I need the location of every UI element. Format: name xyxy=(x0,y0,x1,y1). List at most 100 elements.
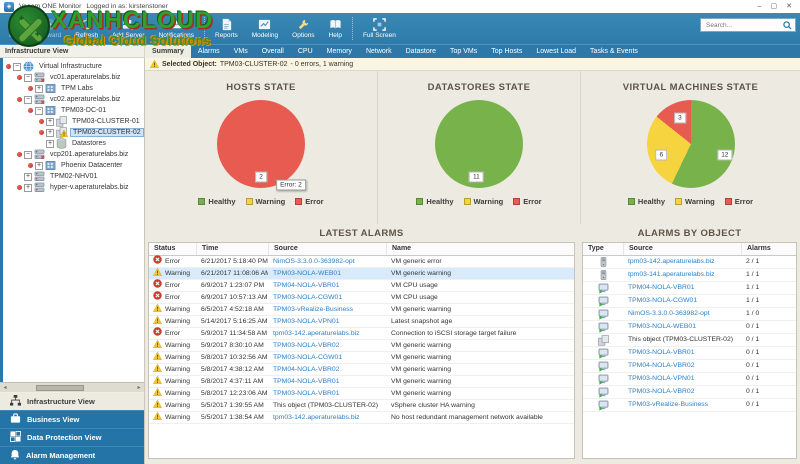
alarm-source-link[interactable]: TPM04-NOLA-VBR01 xyxy=(268,376,386,387)
alarm-row[interactable]: Warning 5/8/2017 10:32:56 AM TPM03-NOLA-CG… xyxy=(149,351,574,364)
tree-expander[interactable]: + xyxy=(35,161,43,170)
close-button[interactable]: ✕ xyxy=(786,2,792,12)
tree-expander[interactable]: − xyxy=(24,73,32,82)
column-header-time[interactable]: Time xyxy=(196,243,268,255)
alarm-row[interactable]: Warning 5/5/2017 1:39:55 AM This object (T… xyxy=(149,399,574,412)
datastores-state-pie[interactable]: 11 xyxy=(435,100,523,188)
alarm-source-link[interactable]: TPM03-NOLA-CGW01 xyxy=(268,352,386,363)
object-row[interactable]: TPM03-NOLA-VPN01 0 / 1 xyxy=(583,373,796,386)
column-header-type[interactable]: Type xyxy=(583,243,623,255)
object-row[interactable]: TPM04-NOLA-VBR01 1 / 1 xyxy=(583,282,796,295)
tab-datastore[interactable]: Datastore xyxy=(399,45,443,58)
object-source-link[interactable]: tpm03-141.aperaturelabs.biz xyxy=(623,269,741,281)
tree-item-vc01-aperaturelabs-biz[interactable]: − vc01.aperaturelabs.biz xyxy=(3,72,144,83)
object-row[interactable]: This object (TPM03-CLUSTER-02) 0 / 1 xyxy=(583,334,796,347)
sidebar-item-infrastructure-view[interactable]: Infrastructure View xyxy=(0,392,144,410)
tab-overall[interactable]: Overall xyxy=(255,45,291,58)
alarm-source-link[interactable]: TPM04-NOLA-VBR02 xyxy=(268,364,386,375)
object-source-link[interactable]: TPM03-NOLA-VBR01 xyxy=(623,347,741,359)
options-button[interactable]: Options xyxy=(285,13,321,44)
alarm-row[interactable]: Error 6/21/2017 5:18:40 PM NimOS-3.3.0.0-3… xyxy=(149,255,574,268)
alarm-source-link[interactable]: TPM03-NOLA-CGW01 xyxy=(268,292,386,303)
tree-item-hyper-v-aperaturelabs-biz[interactable]: + hyper-v.aperaturelabs.biz xyxy=(3,182,144,193)
sidebar-item-data-protection-view[interactable]: Data Protection View xyxy=(0,428,144,446)
tab-top-hosts[interactable]: Top Hosts xyxy=(484,45,529,58)
column-header-source[interactable]: Source xyxy=(268,243,386,255)
alarm-row[interactable]: Warning 5/8/2017 12:23:06 AM TPM03-NOLA-VB… xyxy=(149,387,574,400)
horizontal-scrollbar[interactable]: ◂ ▸ xyxy=(0,382,144,392)
object-row[interactable]: TPM03-NOLA-VBR01 0 / 1 xyxy=(583,347,796,360)
alarm-row[interactable]: Warning 6/21/2017 11:08:06 AM TPM03-NOLA-W… xyxy=(149,267,574,280)
tree-expander[interactable]: + xyxy=(35,84,43,93)
forward-button[interactable]: Forward xyxy=(30,13,68,44)
object-row[interactable]: TPM03-NOLA-CGW01 1 / 1 xyxy=(583,295,796,308)
hosts-state-pie[interactable]: 2 Error: 2 xyxy=(217,100,306,191)
help-button[interactable]: Help xyxy=(322,13,349,44)
tree-item-phoenix-datacenter[interactable]: + Phoenix Datacenter xyxy=(3,160,144,171)
tree-expander[interactable]: − xyxy=(35,106,43,115)
tree-expander[interactable]: − xyxy=(24,95,32,104)
alarm-row[interactable]: Warning 5/14/2017 5:16:25 AM TPM03-NOLA-VP… xyxy=(149,315,574,328)
tree-item-virtual-infrastructure[interactable]: − Virtual Infrastructure xyxy=(3,61,144,72)
column-header-status[interactable]: Status xyxy=(149,243,196,255)
tree-expander[interactable]: + xyxy=(24,172,32,181)
object-source-link[interactable]: TPM03-NOLA-WEB01 xyxy=(623,321,741,333)
tab-tasks-events[interactable]: Tasks & Events xyxy=(583,45,645,58)
tree-expander[interactable]: − xyxy=(24,150,32,159)
object-row[interactable]: TPM03-NOLA-WEB01 0 / 1 xyxy=(583,321,796,334)
sidebar-item-business-view[interactable]: Business View xyxy=(0,410,144,428)
tree-item-tpm03-dc-01[interactable]: − TPM03-DC-01 xyxy=(3,105,144,116)
alarm-source-link[interactable]: TPM03-NOLA-VBR01 xyxy=(268,388,386,399)
back-button[interactable]: Back xyxy=(2,13,30,44)
tree-item-tpm03-cluster-02[interactable]: + TPM03-CLUSTER-02 xyxy=(3,127,144,138)
object-source-link[interactable]: TPM03-NOLA-CGW01 xyxy=(623,295,741,307)
tab-alarms[interactable]: Alarms xyxy=(191,45,227,58)
tab-memory[interactable]: Memory xyxy=(320,45,359,58)
object-row[interactable]: TPM03-vRealize-Business 0 / 1 xyxy=(583,399,796,412)
tree-item-vc02-aperaturelabs-biz[interactable]: − vc02.aperaturelabs.biz xyxy=(3,94,144,105)
sidebar-item-alarm-management[interactable]: Alarm Management xyxy=(0,446,144,464)
object-source-link[interactable]: tpm03-142.aperaturelabs.biz xyxy=(623,256,741,268)
alarm-row[interactable]: Error 6/9/2017 10:57:13 AM TPM03-NOLA-CGW0… xyxy=(149,291,574,304)
alarm-row[interactable]: Warning 6/5/2017 4:52:18 AM TPM03-vRealize… xyxy=(149,303,574,316)
object-source-link[interactable]: TPM04-NOLA-VBR01 xyxy=(623,282,741,294)
tab-cpu[interactable]: CPU xyxy=(291,45,320,58)
tree-expander[interactable]: + xyxy=(46,128,54,137)
notifications-button[interactable]: Notifications xyxy=(152,13,201,44)
object-row[interactable]: TPM03-NOLA-VBR02 0 / 1 xyxy=(583,386,796,399)
column-header-name[interactable]: Name xyxy=(386,243,574,255)
alarm-source-link[interactable]: TPM03-NOLA-WEB01 xyxy=(268,268,386,279)
object-source-link[interactable]: TPM03-vRealize-Business xyxy=(623,399,741,411)
column-header-source[interactable]: Source xyxy=(623,243,741,255)
object-source-link[interactable]: TPM04-NOLA-VBR02 xyxy=(623,360,741,372)
search-box[interactable] xyxy=(700,18,796,32)
object-source-link[interactable]: NimOS-3.3.0.0-363982-opt xyxy=(623,308,741,320)
alarm-source-link[interactable]: tpm03-142.aperaturelabs.biz xyxy=(268,328,386,339)
alarm-source-link[interactable]: TPM04-NOLA-VBR01 xyxy=(268,280,386,291)
maximize-button[interactable]: ▢ xyxy=(771,2,778,12)
tree-item-datastores[interactable]: + Datastores xyxy=(3,138,144,149)
tree-expander[interactable]: + xyxy=(46,117,54,126)
alarm-row[interactable]: Warning 5/9/2017 8:30:10 AM TPM03-NOLA-VBR… xyxy=(149,339,574,352)
modeling-button[interactable]: Modeling xyxy=(245,13,285,44)
alarm-source-link[interactable]: TPM03-NOLA-VBR02 xyxy=(268,340,386,351)
alarm-source-link[interactable]: tpm03-142.aperaturelabs.biz xyxy=(268,412,386,423)
tree-item-tpm02-nhv01[interactable]: + TPM02-NHV01 xyxy=(3,171,144,182)
minimize-button[interactable]: – xyxy=(758,2,762,12)
tree-item-tpm03-cluster-01[interactable]: + TPM03-CLUSTER-01 xyxy=(3,116,144,127)
alarm-source-link[interactable]: NimOS-3.3.0.0-363982-opt xyxy=(268,256,386,267)
object-row[interactable]: TPM04-NOLA-VBR02 0 / 1 xyxy=(583,360,796,373)
tree-expander[interactable]: + xyxy=(46,139,54,148)
tree-item-tpm-labs[interactable]: + TPM Labs xyxy=(3,83,144,94)
tab-network[interactable]: Network xyxy=(359,45,399,58)
object-source-link[interactable]: TPM03-NOLA-VBR02 xyxy=(623,386,741,398)
object-row[interactable]: tpm03-142.aperaturelabs.biz 2 / 1 xyxy=(583,256,796,269)
reports-button[interactable]: Reports xyxy=(208,13,245,44)
alarm-row[interactable]: Warning 5/8/2017 4:38:12 AM TPM04-NOLA-VBR… xyxy=(149,363,574,376)
tree-expander[interactable]: + xyxy=(24,183,32,192)
virtual-machines-state-pie[interactable]: 3 6 12 xyxy=(646,100,735,188)
tab-top-vms[interactable]: Top VMs xyxy=(443,45,484,58)
refresh-button[interactable]: Refresh xyxy=(68,13,105,44)
alarm-source-link[interactable]: TPM03-NOLA-VPN01 xyxy=(268,316,386,327)
scroll-right-arrow-icon[interactable]: ▸ xyxy=(134,384,144,391)
